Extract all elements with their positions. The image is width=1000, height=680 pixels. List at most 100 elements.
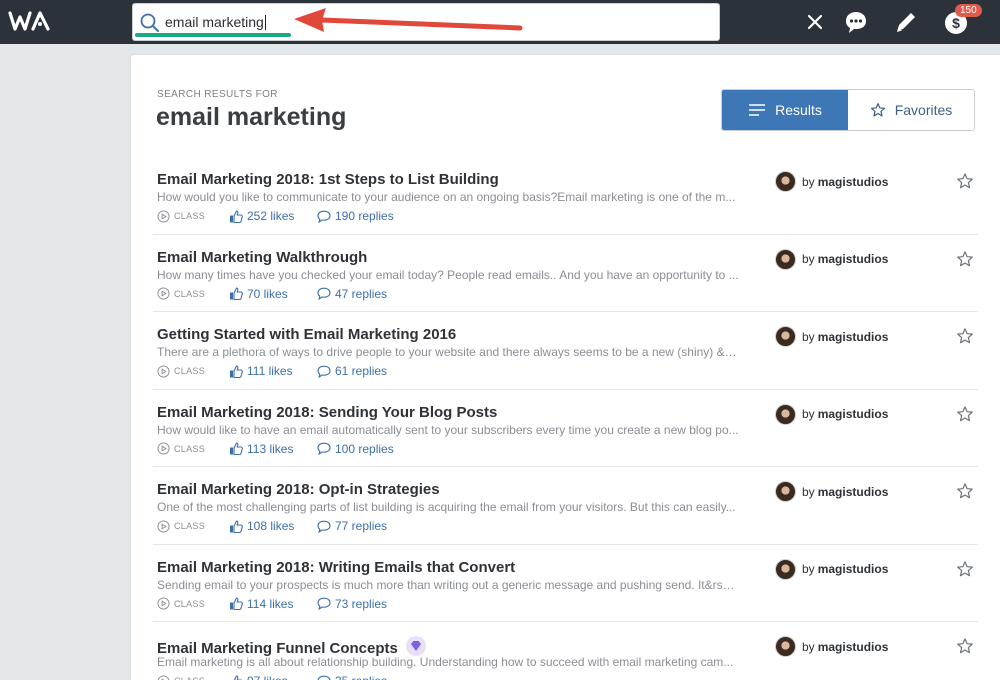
author[interactable]: by magistudios	[775, 171, 888, 192]
avatar[interactable]	[775, 403, 796, 425]
replies-count[interactable]: 100 replies	[335, 442, 394, 456]
author-name[interactable]: magistudios	[818, 485, 889, 499]
star-icon	[870, 103, 885, 117]
comment-icon	[317, 442, 331, 455]
replies-count[interactable]: 35 replies	[335, 674, 387, 680]
likes-count[interactable]: 70 likes	[247, 287, 288, 301]
result-title[interactable]: Email Marketing 2018: Sending Your Blog …	[157, 404, 497, 421]
result-description: Sending email to your prospects is much …	[157, 577, 739, 592]
author-name[interactable]: magistudios	[818, 252, 889, 266]
list-item[interactable]: Email Marketing 2018: Sending Your Blog …	[153, 390, 978, 467]
svg-text:$: $	[952, 15, 960, 31]
result-type: CLASS	[157, 519, 229, 533]
replies-count[interactable]: 190 replies	[335, 209, 394, 223]
tab-favorites-label: Favorites	[894, 102, 953, 118]
replies-link[interactable]: 35 replies	[317, 674, 387, 680]
thumbs-up-icon	[230, 287, 243, 300]
result-type: CLASS	[157, 209, 229, 223]
replies-count[interactable]: 73 replies	[335, 597, 387, 611]
likes-count[interactable]: 111 likes	[247, 364, 293, 378]
result-title-text[interactable]: Email Marketing Walkthrough	[157, 249, 367, 266]
avatar[interactable]	[775, 171, 796, 192]
author[interactable]: by magistudios	[775, 636, 888, 657]
author-name[interactable]: magistudios	[818, 562, 889, 576]
author[interactable]: by magistudios	[775, 248, 889, 270]
likes-count[interactable]: 252 likes	[247, 209, 294, 223]
favorite-star-icon[interactable]	[956, 637, 974, 655]
replies-link[interactable]: 47 replies	[317, 287, 387, 301]
favorite-star-icon[interactable]	[956, 327, 974, 345]
list-item[interactable]: Email Marketing Funnel Concepts Email mar…	[153, 622, 978, 680]
result-title-text[interactable]: Email Marketing 2018: Opt-in Strategies	[157, 481, 440, 498]
avatar[interactable]	[775, 481, 796, 502]
result-title[interactable]: Email Marketing 2018: 1st Steps to List …	[157, 171, 499, 188]
close-icon[interactable]	[801, 8, 829, 36]
result-title-text[interactable]: Email Marketing 2018: Writing Emails tha…	[157, 559, 515, 576]
author-name[interactable]: magistudios	[818, 640, 889, 654]
favorite-star-icon[interactable]	[956, 560, 974, 578]
thumbs-up-icon	[230, 442, 243, 455]
logo-icon[interactable]	[8, 9, 52, 33]
replies-link[interactable]: 100 replies	[317, 442, 394, 456]
avatar[interactable]	[775, 558, 796, 580]
author[interactable]: by magistudios	[775, 558, 889, 580]
chat-icon[interactable]	[842, 8, 870, 36]
author-name[interactable]: magistudios	[818, 407, 889, 421]
author-name[interactable]: magistudios	[818, 175, 889, 189]
list-item[interactable]: Email Marketing 2018: Opt-in Strategies O…	[153, 467, 978, 545]
list-item[interactable]: Getting Started with Email Marketing 201…	[153, 312, 978, 390]
favorite-star-icon[interactable]	[956, 250, 974, 268]
likes-link[interactable]: 252 likes	[229, 209, 317, 223]
tab-favorites[interactable]: Favorites	[848, 90, 974, 130]
tab-results[interactable]: Results	[722, 90, 848, 130]
replies-link[interactable]: 61 replies	[317, 364, 387, 378]
result-title-text[interactable]: Email Marketing 2018: Sending Your Blog …	[157, 404, 497, 421]
likes-count[interactable]: 97 likes	[247, 674, 288, 680]
result-type: CLASS	[157, 674, 229, 680]
author-name[interactable]: magistudios	[818, 330, 889, 344]
result-title[interactable]: Email Marketing Funnel Concepts	[157, 636, 426, 657]
replies-count[interactable]: 47 replies	[335, 287, 387, 301]
result-description: How would you like to communicate to you…	[157, 190, 736, 204]
replies-count[interactable]: 61 replies	[335, 364, 387, 378]
replies-link[interactable]: 73 replies	[317, 597, 387, 611]
author-prefix: by	[802, 407, 815, 421]
thumbs-up-icon	[230, 519, 243, 533]
favorite-star-icon[interactable]	[956, 405, 974, 423]
likes-link[interactable]: 108 likes	[229, 519, 317, 533]
result-title[interactable]: Getting Started with Email Marketing 201…	[157, 326, 456, 343]
result-title-text[interactable]: Getting Started with Email Marketing 201…	[157, 326, 456, 343]
favorite-star-icon[interactable]	[956, 482, 974, 500]
likes-link[interactable]: 113 likes	[229, 442, 317, 456]
play-icon	[157, 597, 170, 610]
likes-count[interactable]: 113 likes	[247, 442, 293, 456]
notification-badge: 150	[955, 4, 982, 17]
result-title-text[interactable]: Email Marketing 2018: 1st Steps to List …	[157, 171, 499, 188]
list-item[interactable]: Email Marketing Walkthrough How many time…	[153, 235, 978, 312]
author-prefix: by	[802, 329, 815, 344]
list-item[interactable]: Email Marketing 2018: 1st Steps to List …	[153, 157, 978, 235]
likes-link[interactable]: 111 likes	[229, 364, 317, 378]
page-title: email marketing	[156, 103, 347, 131]
pencil-icon[interactable]	[892, 8, 920, 36]
avatar[interactable]	[775, 636, 796, 657]
likes-count[interactable]: 108 likes	[247, 519, 294, 533]
replies-link[interactable]: 77 replies	[317, 519, 387, 533]
result-title[interactable]: Email Marketing 2018: Writing Emails tha…	[157, 559, 515, 576]
author[interactable]: by magistudios	[775, 403, 889, 425]
likes-link[interactable]: 97 likes	[229, 674, 317, 680]
author[interactable]: by magistudios	[775, 481, 888, 502]
likes-count[interactable]: 114 likes	[247, 597, 293, 611]
replies-count[interactable]: 77 replies	[335, 519, 387, 533]
result-type-label: CLASS	[174, 598, 206, 609]
author[interactable]: by magistudios	[775, 326, 888, 347]
list-item[interactable]: Email Marketing 2018: Writing Emails tha…	[153, 545, 978, 622]
likes-link[interactable]: 70 likes	[229, 287, 317, 301]
result-title[interactable]: Email Marketing Walkthrough	[157, 249, 367, 266]
avatar[interactable]	[775, 248, 796, 270]
avatar[interactable]	[775, 326, 796, 347]
result-title[interactable]: Email Marketing 2018: Opt-in Strategies	[157, 481, 440, 498]
likes-link[interactable]: 114 likes	[229, 597, 317, 611]
replies-link[interactable]: 190 replies	[317, 209, 394, 223]
favorite-star-icon[interactable]	[956, 172, 974, 190]
